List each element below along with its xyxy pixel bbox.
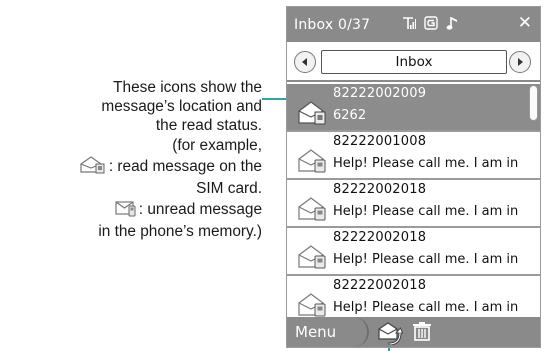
annotation-line: : unread message bbox=[138, 201, 262, 219]
message-preview: Help! Please call me. I am in bbox=[333, 252, 519, 267]
message-preview: Help! Please call me. I am in bbox=[333, 156, 519, 171]
annotation-line: the read status. bbox=[155, 117, 262, 135]
delete-icon[interactable] bbox=[411, 321, 433, 347]
message-sender: 82222002018 bbox=[333, 278, 427, 293]
reply-icon[interactable] bbox=[375, 319, 404, 347]
message-row[interactable]: 82222001008 Help! Please call me. I am i… bbox=[287, 132, 540, 180]
soft-key-bar: Menu bbox=[287, 317, 540, 347]
signal-strength-icon bbox=[402, 16, 416, 34]
read-phone-envelope-icon bbox=[297, 148, 327, 178]
annotation-line: SIM card. bbox=[196, 180, 262, 198]
inbox-title: Inbox 0/37 bbox=[294, 16, 371, 33]
unread-phone-envelope-icon bbox=[114, 198, 138, 222]
annotation-line: These icons show the bbox=[113, 79, 262, 96]
read-phone-envelope-icon bbox=[297, 244, 327, 274]
message-row[interactable]: 82222002018 Help! Please call me. I am i… bbox=[287, 180, 540, 228]
close-icon[interactable]: ✕ bbox=[518, 14, 532, 32]
next-folder-button[interactable] bbox=[509, 51, 531, 73]
annotation-line: : read message on the bbox=[108, 157, 262, 175]
message-preview: Help! Please call me. I am in bbox=[333, 300, 519, 315]
message-preview: 6262 bbox=[333, 108, 367, 123]
read-sim-envelope-icon bbox=[78, 155, 108, 179]
gprs-icon bbox=[424, 15, 438, 34]
annotation-line: (for example, bbox=[172, 136, 262, 154]
previous-folder-button[interactable] bbox=[294, 51, 316, 73]
message-sender: 82222002018 bbox=[333, 182, 427, 197]
message-list: 82222002009 6262 82222001008 Help! Pleas… bbox=[287, 84, 540, 324]
folder-navigation: Inbox bbox=[287, 42, 540, 82]
arrow-left-icon bbox=[302, 58, 307, 66]
message-sender: 82222002009 bbox=[333, 86, 427, 101]
folder-selector[interactable]: Inbox bbox=[321, 50, 507, 74]
phone-screen: Inbox 0/37 ✕ Inbox 82222002009 6262 8222… bbox=[286, 6, 541, 348]
arrow-right-icon bbox=[518, 58, 523, 66]
scrollbar-thumb[interactable] bbox=[529, 85, 538, 121]
message-preview: Help! Please call me. I am in bbox=[333, 204, 519, 219]
annotation-line: message’s location and bbox=[101, 98, 262, 116]
message-row[interactable]: 82222002018 Help! Please call me. I am i… bbox=[287, 228, 540, 276]
read-sim-envelope-icon bbox=[297, 100, 327, 130]
status-icons bbox=[402, 15, 460, 35]
title-bar: Inbox 0/37 ✕ bbox=[287, 7, 540, 42]
annotation-line-unread-phone: : unread message bbox=[0, 198, 262, 222]
annotation-line: in the phone’s memory.) bbox=[98, 223, 262, 241]
icon-explanation-annotation: These icons show the message’s location … bbox=[0, 78, 262, 242]
message-sender: 82222001008 bbox=[333, 134, 427, 149]
music-note-icon bbox=[446, 15, 460, 35]
message-row[interactable]: 82222002009 6262 bbox=[287, 84, 540, 132]
read-phone-envelope-icon bbox=[297, 196, 327, 226]
annotation-line-read-sim: : read message on the bbox=[0, 155, 262, 179]
menu-softkey[interactable]: Menu bbox=[287, 317, 369, 347]
message-list-scrollbar[interactable] bbox=[529, 85, 539, 317]
message-sender: 82222002018 bbox=[333, 230, 427, 245]
